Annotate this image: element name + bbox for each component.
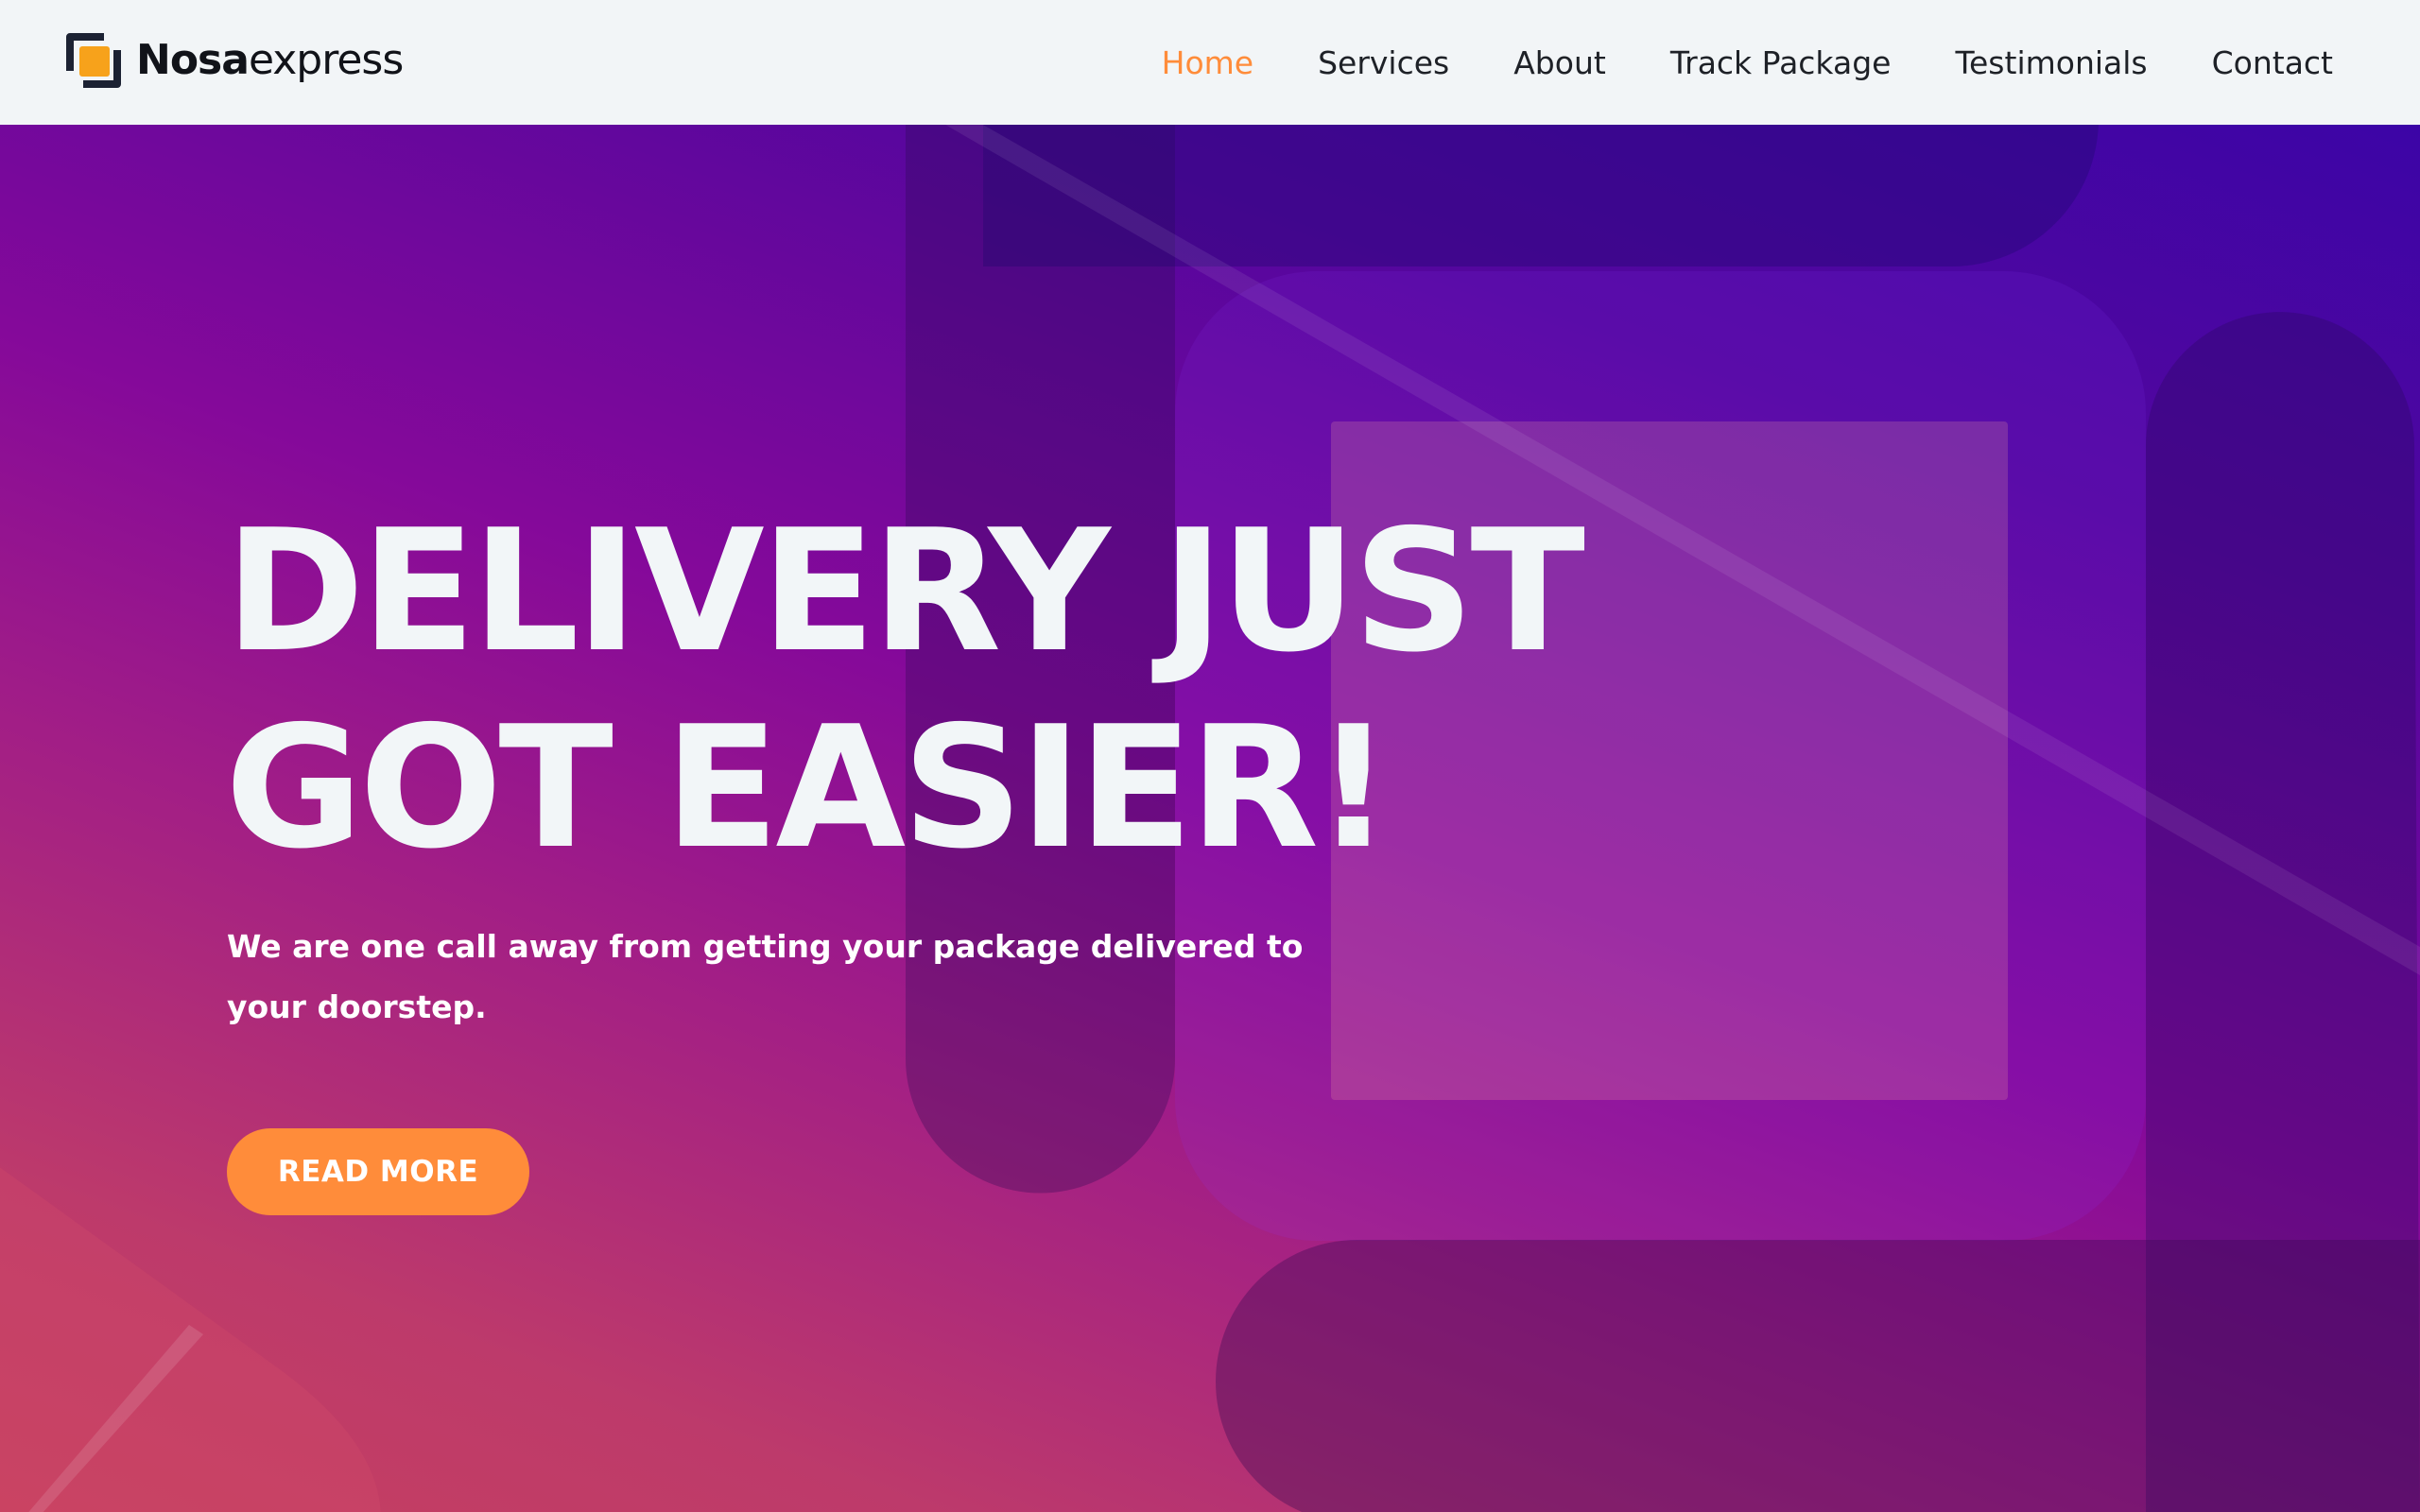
hero-section: DELIVERY JUST GOT EASIER! We are one cal… <box>0 125 2420 1512</box>
nav-item-about[interactable]: About <box>1513 44 1606 81</box>
brand-logo[interactable]: Nosaexpress <box>62 29 404 92</box>
brand-wordmark: Nosaexpress <box>136 40 404 81</box>
hero-subtitle: We are one call away from getting your p… <box>227 928 1304 1025</box>
logo-box-icon <box>62 29 125 92</box>
nav-item-testimonials[interactable]: Testimonials <box>1955 44 2147 81</box>
nav-item-contact[interactable]: Contact <box>2212 44 2333 81</box>
brand-name-light: express <box>248 36 404 84</box>
brand-name-bold: Nosa <box>136 36 250 84</box>
top-navbar: Nosaexpress Home Services About Track Pa… <box>0 0 2420 125</box>
hero-headline: DELIVERY JUST GOT EASIER! <box>225 493 1643 886</box>
nav-item-services[interactable]: Services <box>1318 44 1449 81</box>
read-more-button[interactable]: READ MORE <box>227 1128 529 1215</box>
main-nav: Home Services About Track Package Testim… <box>1098 0 2333 125</box>
hero-headline-line-1: DELIVERY JUST <box>225 493 1585 689</box>
hero-headline-line-2: GOT EASIER! <box>225 690 1392 885</box>
nav-item-track-package[interactable]: Track Package <box>1670 44 1892 81</box>
nav-item-home[interactable]: Home <box>1162 44 1253 81</box>
